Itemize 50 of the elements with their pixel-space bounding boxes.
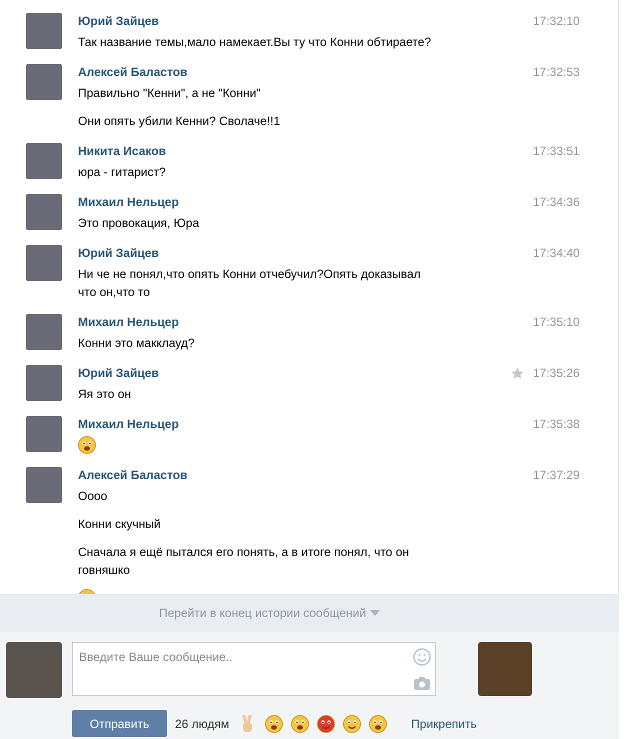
message-text: Сначала я ещё пытался его понять, а в итоге понял, что он говняшко	[78, 544, 410, 579]
author-name[interactable]: Михаил Нельцер	[78, 313, 179, 331]
message-text: Конни скучный	[78, 516, 162, 533]
attach-link[interactable]: Прикрепить	[411, 714, 477, 732]
message-time: 17:35:10	[532, 314, 581, 331]
avatar-photo-placeholder[interactable]	[26, 416, 62, 452]
angry-emoji-icon	[317, 714, 336, 732]
author-name[interactable]: Алексей Баластов	[78, 63, 188, 81]
message-time: 17:35:26	[532, 365, 581, 382]
emoji-icon	[78, 436, 96, 454]
message-text: Правильно "Кенни", а не "Конни"	[78, 85, 262, 102]
recipients-count[interactable]: 26 людям	[175, 714, 230, 732]
star-icon[interactable]	[511, 366, 524, 380]
message-text: юра - гитарист?	[78, 164, 167, 181]
message-text: Конни это макклауд?	[78, 335, 196, 352]
recipient-avatar-photo-placeholder	[478, 642, 532, 696]
author-name[interactable]: Никита Исаков	[78, 142, 166, 160]
camera-icon[interactable]	[414, 677, 430, 690]
avatar-photo-placeholder[interactable]	[26, 143, 62, 179]
shocked-emoji-icon	[369, 714, 388, 732]
message-time: 17:34:36	[532, 194, 581, 211]
message-text: Так название темы,мало намекает.Вы ту что Конни обтираете?	[78, 34, 432, 51]
author-name[interactable]: Юрий Зайцев	[78, 364, 159, 382]
avatar-photo-placeholder[interactable]	[26, 365, 62, 401]
avatar-photo-placeholder[interactable]	[26, 64, 62, 100]
author-name[interactable]: Михаил Нельцер	[78, 415, 179, 433]
message-text: Это провокация, Юра	[78, 215, 200, 232]
avatar-photo-placeholder[interactable]	[26, 13, 62, 49]
message-time: 17:32:10	[532, 13, 581, 30]
avatar-photo-placeholder[interactable]	[26, 467, 62, 503]
my-avatar-photo-placeholder	[6, 642, 62, 698]
author-name[interactable]: Алексей Баластов	[78, 466, 188, 484]
caret-icon	[370, 610, 380, 616]
message-time: 17:33:51	[532, 143, 581, 160]
message-text: Яя это он	[78, 386, 132, 403]
message-time: 17:32:53	[532, 64, 581, 81]
message-time: 17:34:40	[532, 245, 581, 262]
message-text: Они опять убили Кенни? Сволаче!!1	[78, 113, 282, 130]
message-text: Оооо	[78, 488, 108, 505]
message-time: 17:35:38	[532, 416, 581, 433]
avatar-photo-placeholder[interactable]	[26, 194, 62, 230]
author-name[interactable]: Михаил Нельцер	[78, 193, 179, 211]
avatar-photo-placeholder[interactable]	[26, 245, 62, 281]
avatar-photo-placeholder[interactable]	[26, 314, 62, 350]
send-button[interactable]: Отправить	[72, 710, 167, 737]
smiley-icon[interactable]	[413, 648, 431, 666]
author-name[interactable]: Юрий Зайцев	[78, 244, 159, 262]
message-time: 17:37:29	[532, 467, 581, 484]
author-name[interactable]: Юрий Зайцев	[78, 12, 159, 30]
message-text: Ни че не понял,что опять Конни отчебучил?Опять доказывал что он,что то	[78, 266, 422, 301]
